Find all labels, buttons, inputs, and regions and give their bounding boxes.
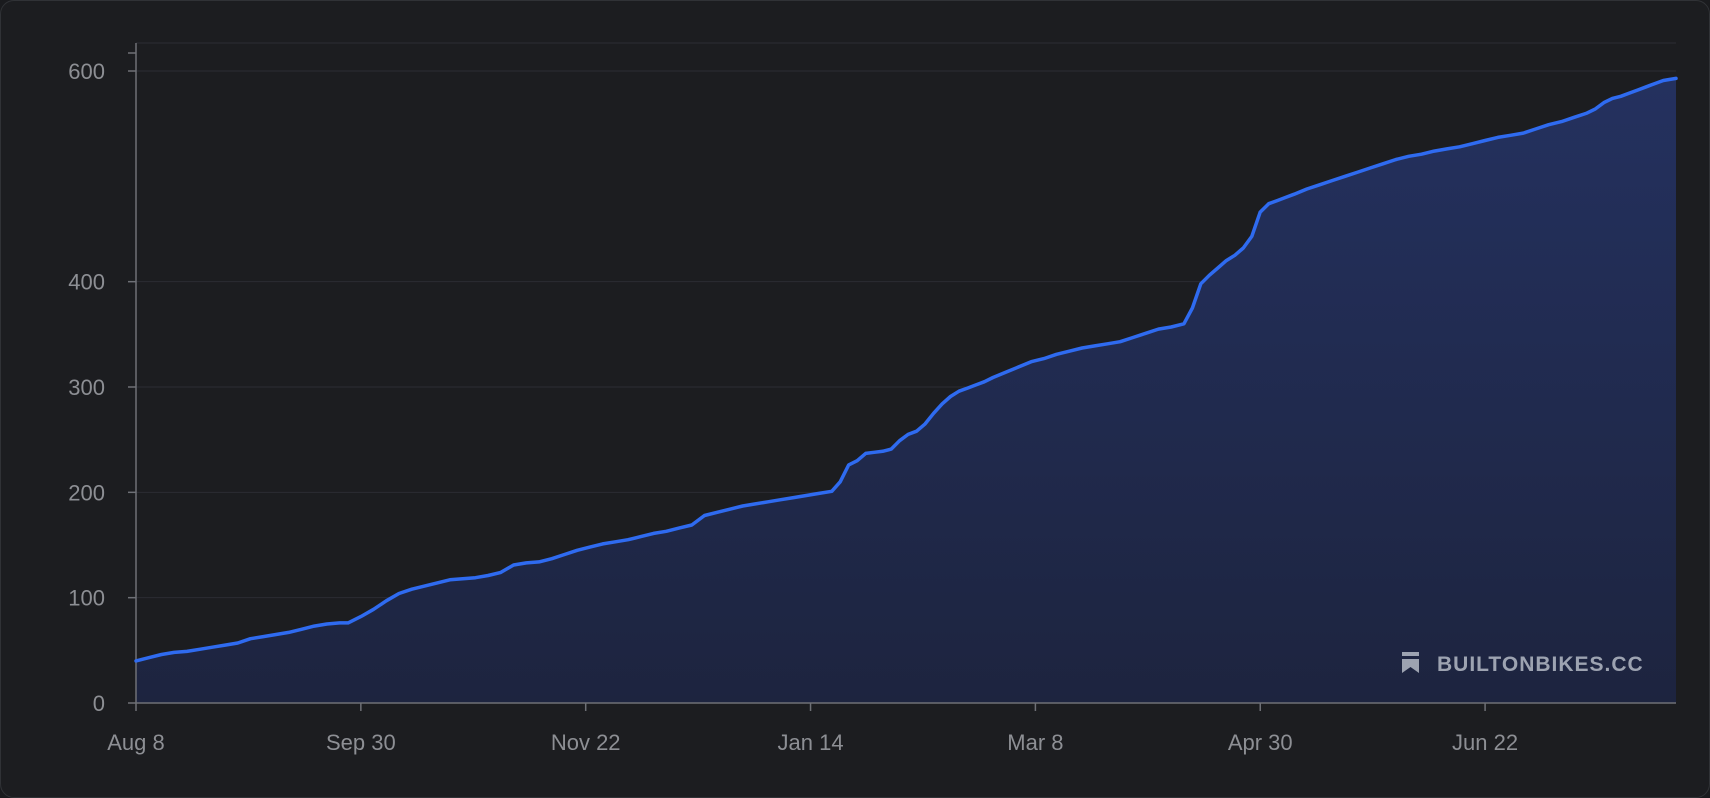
x-tick-label: Apr 30 [1228, 730, 1293, 755]
area-fill [136, 78, 1676, 703]
x-axis-ticks: Aug 8 Sep 30 Nov 22 Jan 14 Mar 8 Apr 30 Jun 22 [107, 703, 1518, 755]
line-chart: 0 100 200 300 400 600 Aug 8 Sep 30 Nov 22 Jan 14… [68, 42, 1678, 755]
x-tick-label: Aug 8 [107, 730, 165, 755]
chart-card: 0 100 200 300 400 600 Aug 8 Sep 30 Nov 22 Jan 14… [0, 0, 1710, 798]
y-axis-ticks: 0 100 200 300 400 600 [68, 52, 136, 716]
y-tick-label: 600 [68, 59, 105, 84]
x-tick-label: Jun 22 [1452, 730, 1518, 755]
watermark-text: BUILTONBIKES.CC [1437, 653, 1644, 676]
y-tick-label: 300 [68, 375, 105, 400]
y-tick-label: 200 [68, 480, 105, 505]
watermark: BUILTONBIKES.CC [1402, 652, 1644, 676]
y-tick-label: 100 [68, 586, 105, 611]
x-tick-label: Mar 8 [1007, 730, 1063, 755]
x-tick-label: Nov 22 [551, 730, 621, 755]
y-tick-label: 400 [68, 270, 105, 295]
x-tick-label: Jan 14 [778, 730, 844, 755]
y-tick-label: 0 [93, 691, 105, 716]
x-tick-label: Sep 30 [326, 730, 396, 755]
